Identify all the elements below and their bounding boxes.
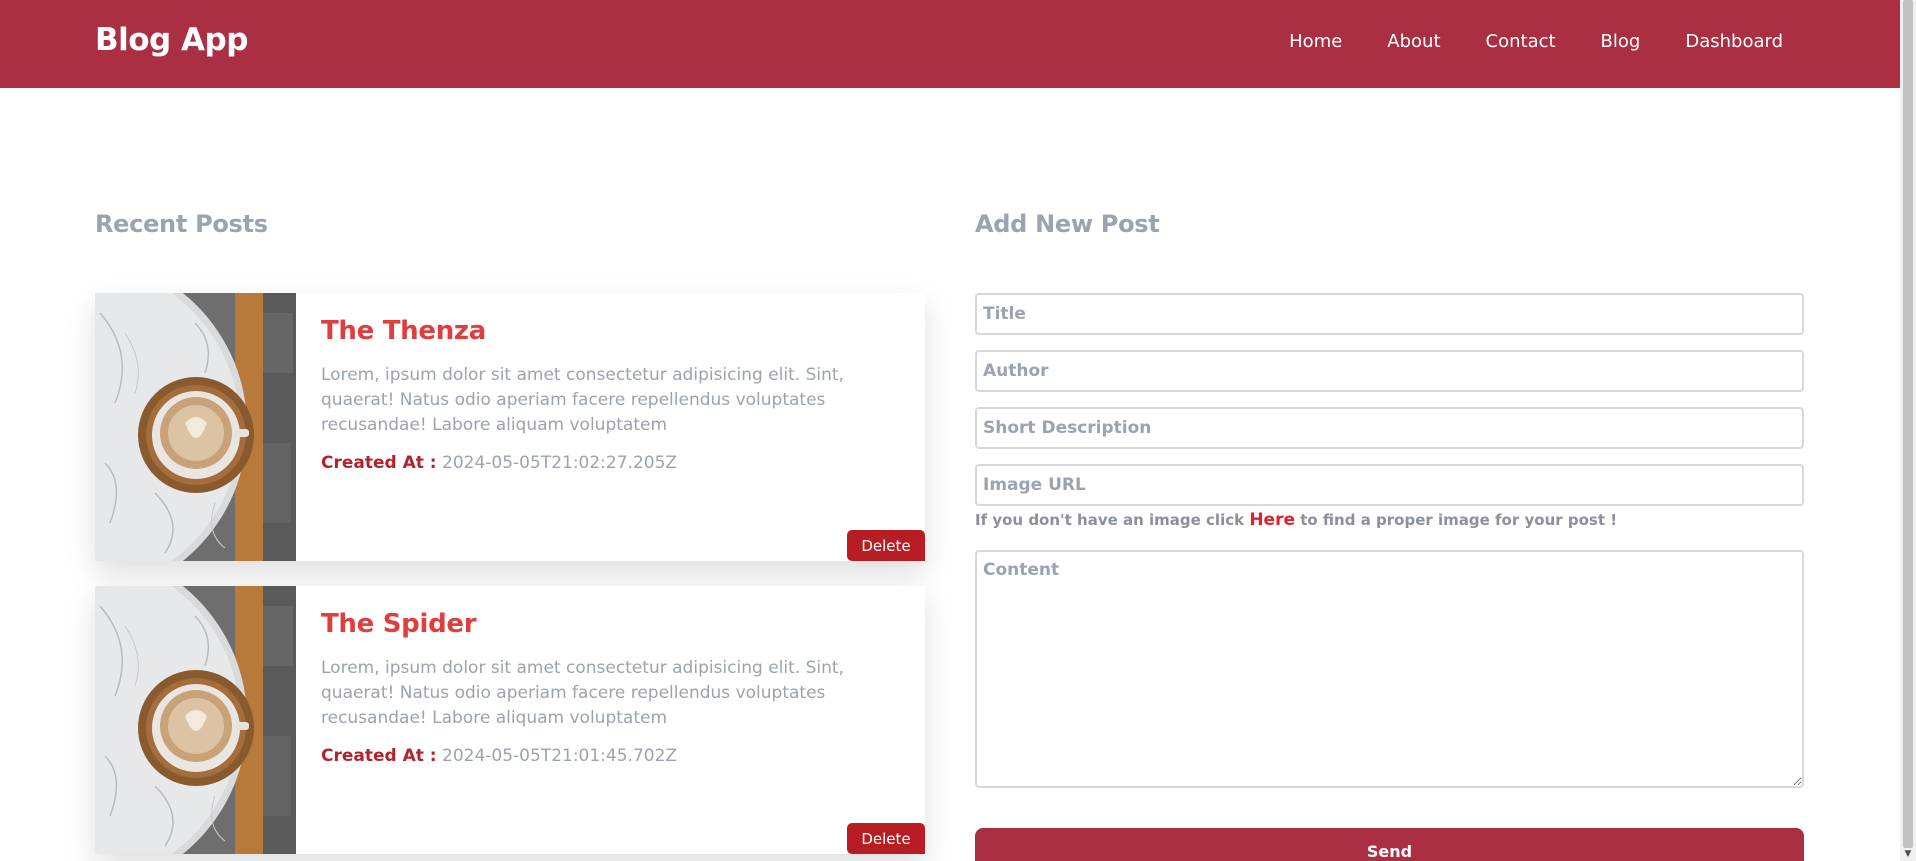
author-input[interactable] [975, 350, 1804, 392]
navbar: Blog App Home About Contact Blog Dashboa… [0, 0, 1900, 88]
post-card: The Spider Lorem, ipsum dolor sit amet c… [95, 586, 925, 854]
post-description: Lorem, ipsum dolor sit amet consectetur … [321, 365, 844, 435]
nav-links: Home About Contact Blog Dashboard [1289, 31, 1783, 52]
image-hint: If you don't have an image click Here to… [975, 510, 1617, 530]
nav-link-home[interactable]: Home [1289, 31, 1342, 52]
post-title[interactable]: The Thenza [321, 316, 486, 346]
hint-text-after: to find a proper image for your post ! [1300, 511, 1618, 529]
post-title[interactable]: The Spider [321, 609, 477, 639]
post-created-at: Created At : 2024-05-05T21:02:27.205Z [321, 453, 677, 473]
post-image [95, 586, 296, 854]
short-description-input[interactable] [975, 407, 1804, 449]
find-image-link[interactable]: Here [1249, 510, 1295, 530]
delete-post-button[interactable]: Delete [847, 823, 925, 854]
post-image [95, 293, 296, 561]
created-at-value: 2024-05-05T21:02:27.205Z [442, 453, 678, 473]
post-created-at: Created At : 2024-05-05T21:01:45.702Z [321, 746, 677, 766]
recent-posts-heading: Recent Posts [95, 210, 268, 238]
delete-post-button[interactable]: Delete [847, 530, 925, 561]
image-url-input[interactable] [975, 464, 1804, 506]
send-button-label: Send [1366, 842, 1413, 861]
post-card: The Thenza Lorem, ipsum dolor sit amet c… [95, 293, 925, 561]
content-textarea[interactable] [975, 550, 1804, 788]
hint-text-before: If you don't have an image click [975, 511, 1245, 529]
title-input[interactable] [975, 293, 1804, 335]
send-button[interactable]: Send [975, 828, 1804, 861]
nav-link-contact[interactable]: Contact [1486, 31, 1556, 52]
nav-link-blog[interactable]: Blog [1601, 31, 1641, 52]
created-at-label: Created At : [321, 453, 437, 473]
nav-link-dashboard[interactable]: Dashboard [1685, 31, 1783, 52]
nav-link-about[interactable]: About [1387, 31, 1440, 52]
scroll-down-arrow-icon[interactable]: ▼ [1900, 847, 1916, 861]
page-scrollbar[interactable]: ▼ [1900, 0, 1916, 861]
post-description: Lorem, ipsum dolor sit amet consectetur … [321, 658, 844, 728]
created-at-value: 2024-05-05T21:01:45.702Z [442, 746, 678, 766]
created-at-label: Created At : [321, 746, 437, 766]
brand-logo[interactable]: Blog App [95, 22, 248, 58]
scrollbar-thumb[interactable] [1903, 0, 1913, 848]
add-new-post-heading: Add New Post [975, 210, 1160, 238]
